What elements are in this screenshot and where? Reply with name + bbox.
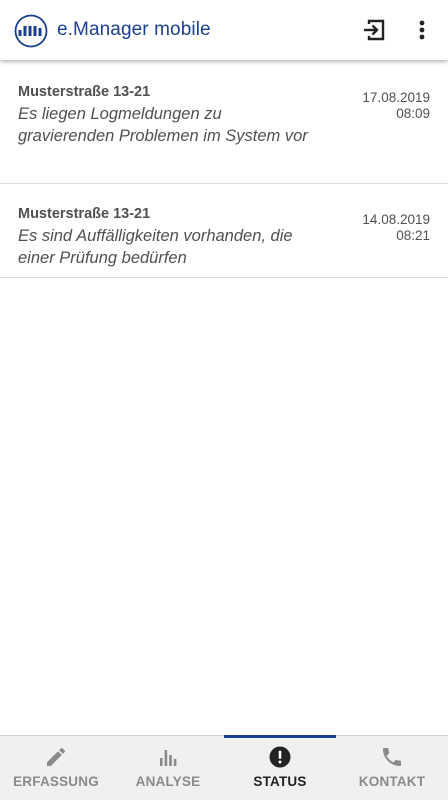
more-vert-icon[interactable] [408,16,436,44]
alert-circle-icon [269,746,291,768]
list-item[interactable]: Musterstraße 13-21 Es sind Auffälligkeit… [0,184,448,278]
message-text: Es liegen Logmeldungen zu gravierenden P… [18,105,308,145]
status-message-list: Musterstraße 13-21 Es liegen Logmeldunge… [0,62,448,278]
message-date: 17.08.2019 [362,90,430,105]
logout-icon[interactable] [360,16,388,44]
message-text: Es sind Auffälligkeiten vorhanden, die e… [18,227,293,267]
message-time: 08:09 [396,106,430,121]
app-logo-icon [14,14,48,48]
nav-label: ERFASSUNG [13,774,99,789]
nav-tab-analyse[interactable]: ANALYSE [112,736,224,800]
list-item[interactable]: Musterstraße 13-21 Es liegen Logmeldunge… [0,62,448,184]
message-time: 08:21 [396,228,430,243]
message-date: 14.08.2019 [362,212,430,227]
app-title: e.Manager mobile [57,19,211,40]
phone-icon [383,748,401,766]
nav-tab-erfassung[interactable]: ERFASSUNG [0,736,112,800]
bottom-navigation: ERFASSUNG ANALYSE STATUS KONTAKT [0,735,448,800]
app-bar: e.Manager mobile [0,0,448,60]
nav-label: STATUS [253,774,307,789]
nav-label: KONTAKT [358,774,426,789]
bar-chart-icon [160,750,177,766]
nav-label: ANALYSE [135,774,201,789]
nav-tab-status[interactable]: STATUS [224,735,336,800]
nav-tab-kontakt[interactable]: KONTAKT [336,736,448,800]
pencil-icon [47,747,65,766]
